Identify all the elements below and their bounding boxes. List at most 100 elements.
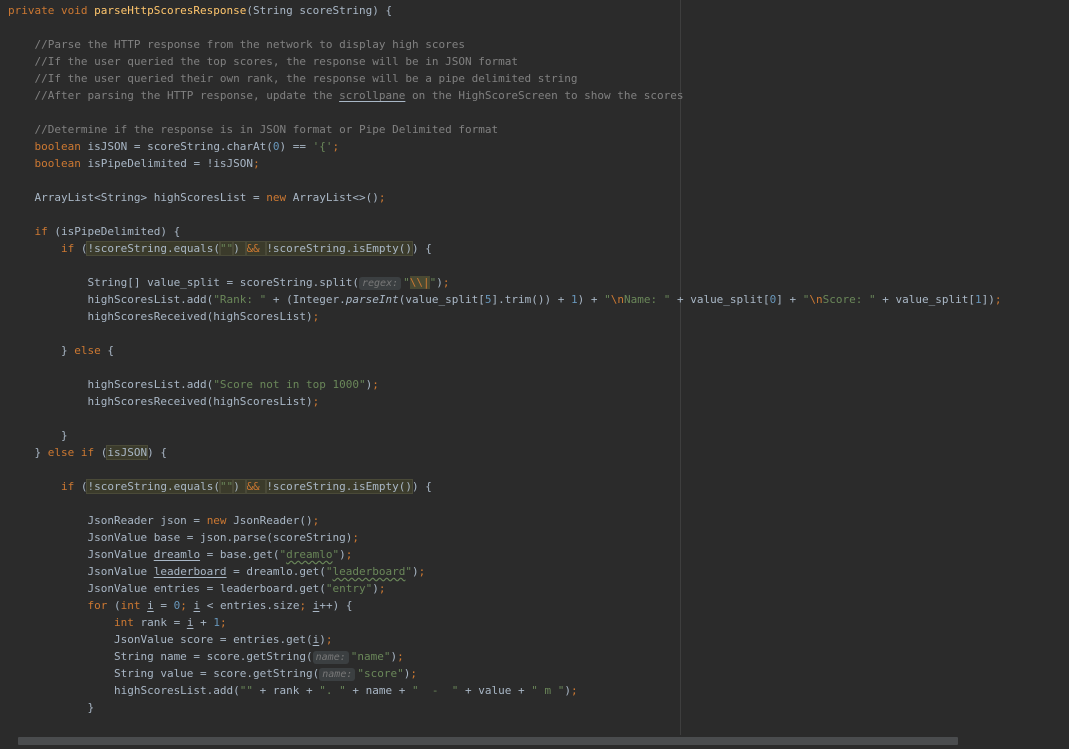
code-line[interactable]: JsonValue base = json.parse(scoreString)… [8,529,359,546]
code-line[interactable]: //After parsing the HTTP response, updat… [8,87,684,104]
code-token: " - " [412,684,459,697]
code-token: + value + [458,684,532,697]
code-token: < entries.size [200,599,300,612]
code-token: (String scoreString) { [246,4,393,17]
code-line[interactable]: private void parseHttpScoresResponse(Str… [8,2,392,19]
code-line[interactable]: boolean isPipeDelimited = !isJSON; [8,155,260,172]
code-token: JsonValue base = json.parse(scoreString) [8,531,353,544]
code-line[interactable]: if (!scoreString.equals("") && !scoreStr… [8,478,432,495]
code-token: ArrayList<>() [292,191,379,204]
code-token: !scoreString.equals( [86,479,221,494]
code-line[interactable]: } [8,699,94,716]
code-token: highScoresReceived(highScoresList) [8,395,313,408]
code-line[interactable]: } else { [8,342,114,359]
code-line[interactable]: //Determine if the response is in JSON f… [8,121,498,138]
code-token: ; [397,650,404,663]
code-line[interactable]: } else if (isJSON) { [8,444,167,461]
code-line[interactable]: highScoresReceived(highScoresList); [8,308,319,325]
code-token: = base.get( [200,548,280,561]
code-token: ; [325,633,333,646]
code-line[interactable]: highScoresList.add("Rank: " + (Integer.p… [8,291,1001,308]
code-token: dreamlo [153,548,201,561]
code-token: { [107,344,114,357]
code-token: rank = [140,616,187,629]
code-editor[interactable]: private void parseHttpScoresResponse(Str… [0,0,1069,749]
code-token: (value_split[ [398,293,485,306]
code-line[interactable]: highScoresList.add("Score not in top 100… [8,376,379,393]
code-line[interactable]: JsonValue score = entries.get(i); [8,631,333,648]
code-token: (isPipeDelimited) { [54,225,181,238]
code-token: } [8,429,68,442]
code-token: new [266,191,293,204]
right-margin-guide [680,0,681,749]
code-token: ; [570,684,578,697]
code-token: for [87,599,114,612]
code-token: boolean [34,157,88,170]
code-token: ; [442,276,450,289]
code-line[interactable]: } [8,427,68,444]
code-token: JsonValue [8,565,154,578]
code-token: 0 [272,140,280,153]
code-token: int [113,616,141,629]
code-line[interactable]: JsonValue dreamlo = base.get("dreamlo"); [8,546,352,563]
code-token: on the HighScoreScreen to show the score… [405,89,684,102]
horizontal-scrollbar[interactable] [0,735,1069,749]
parameter-hint: name: [319,668,356,681]
code-line[interactable]: String value = score.getString(name: "sco… [8,665,417,682]
code-token: ) [372,582,379,595]
code-line[interactable]: highScoresList.add("" + rank + ". " + na… [8,682,578,699]
code-token: "" [239,684,254,697]
code-token: " [403,276,410,289]
code-line[interactable]: JsonValue entries = leaderboard.get("ent… [8,580,385,597]
code-token: isJSON = scoreString.charAt( [87,140,273,153]
code-token: ) [412,565,419,578]
code-token: !scoreString.isEmpty() [265,241,414,256]
code-token: boolean [34,140,88,153]
code-token: isJSON [106,445,149,460]
code-line[interactable]: highScoresReceived(highScoresList); [8,393,319,410]
code-token: ) { [412,242,432,255]
code-token: Name: " [623,293,671,306]
code-token: ; [410,667,417,680]
code-token: \\| [409,276,430,289]
code-token: + [193,616,214,629]
code-token: ) + [577,293,605,306]
code-token: JsonValue [8,548,154,561]
code-line[interactable]: //Parse the HTTP response from the netwo… [8,36,464,53]
code-line[interactable]: //If the user queried their own rank, th… [8,70,577,87]
code-token: \n [809,293,823,306]
code-token: ArrayList<String> highScoresList = [8,191,267,204]
code-line[interactable]: //If the user queried the top scores, th… [8,53,517,70]
code-line[interactable]: for (int i = 0; i < entries.size; i++) { [8,597,352,614]
code-token: isPipeDelimited = !isJSON [87,157,254,170]
code-token: "name" [350,650,391,663]
code-line[interactable]: JsonReader json = new JsonReader(); [8,512,319,529]
code-token: scrollpane [339,89,406,102]
code-token: ; [180,599,194,612]
code-line[interactable]: JsonValue leaderboard = dreamlo.get("lea… [8,563,425,580]
code-line[interactable]: ArrayList<String> highScoresList = new A… [8,189,385,206]
code-line[interactable]: String[] value_split = scoreString.split… [8,274,450,291]
code-token: } [8,446,48,459]
horizontal-scrollbar-thumb[interactable] [18,737,958,745]
code-line[interactable]: if (!scoreString.equals("") && !scoreStr… [8,240,432,257]
code-token: else if [47,446,101,459]
code-token: JsonReader() [233,514,313,527]
code-token: = dreamlo.get( [226,565,326,578]
code-token: //After parsing the HTTP response, updat… [8,89,340,102]
code-token: ; [372,378,379,391]
code-token: ) { [412,480,432,493]
code-line[interactable]: String name = score.getString(name: "name… [8,648,404,665]
code-line[interactable]: int rank = i + 1; [8,614,227,631]
code-line[interactable]: boolean isJSON = scoreString.charAt(0) =… [8,138,340,155]
code-token: "entry" [325,582,373,595]
code-token: 1 [975,293,982,306]
code-token: //Determine if the response is in JSON f… [8,123,499,136]
parameter-hint: regex: [359,277,402,290]
code-line[interactable]: if (isPipeDelimited) { [8,223,181,240]
